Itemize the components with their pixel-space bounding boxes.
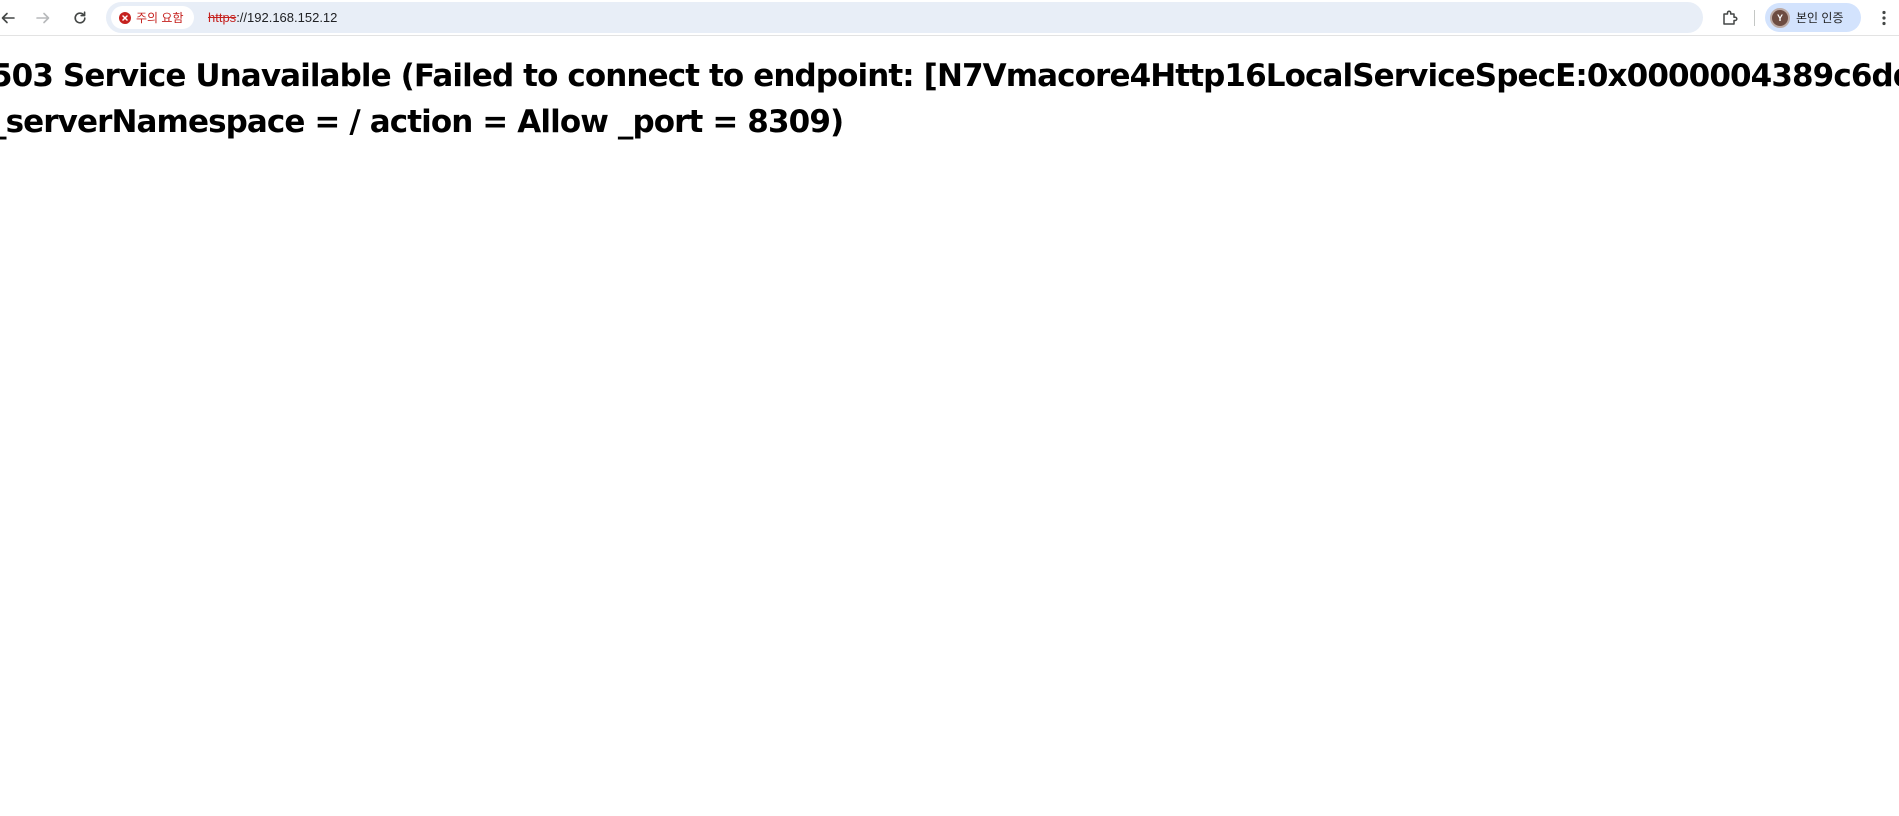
warning-circle-icon xyxy=(119,11,131,24)
puzzle-icon xyxy=(1723,10,1738,25)
avatar: Y xyxy=(1770,7,1790,28)
three-dots-icon xyxy=(1882,10,1886,26)
extensions-button[interactable] xyxy=(1716,4,1744,32)
forward-button[interactable] xyxy=(29,4,57,32)
reload-icon xyxy=(74,11,86,24)
profile-button[interactable]: Y 본인 인증 xyxy=(1765,3,1861,32)
url-host: ://192.168.152.12 xyxy=(236,10,338,25)
browser-toolbar: 주의 요함 https://192.168.152.12 Y 본인 인증 xyxy=(0,0,1899,36)
profile-label: 본인 인증 xyxy=(1796,11,1844,25)
address-bar[interactable]: 주의 요함 https://192.168.152.12 xyxy=(106,2,1789,33)
url-scheme: https xyxy=(208,10,237,25)
security-warning-chip[interactable]: 주의 요함 xyxy=(111,6,194,29)
error-heading: 503 Service Unavailable (Failed to conne… xyxy=(0,53,1899,145)
reload-button[interactable] xyxy=(66,4,94,32)
page-content: 503 Service Unavailable (Failed to conne… xyxy=(0,36,1899,816)
arrow-right-icon xyxy=(36,12,50,24)
back-button[interactable] xyxy=(0,4,22,32)
error-heading-line-1: 503 Service Unavailable (Failed to conne… xyxy=(0,58,1899,94)
url-text[interactable]: https://192.168.152.12 xyxy=(208,2,337,33)
error-heading-line-2: _serverNamespace = / action = Allow _por… xyxy=(0,104,844,140)
security-chip-label: 주의 요함 xyxy=(136,11,184,25)
arrow-left-icon xyxy=(1,12,15,24)
browser-menu-button[interactable] xyxy=(1873,4,1895,32)
toolbar-divider xyxy=(1754,10,1755,26)
